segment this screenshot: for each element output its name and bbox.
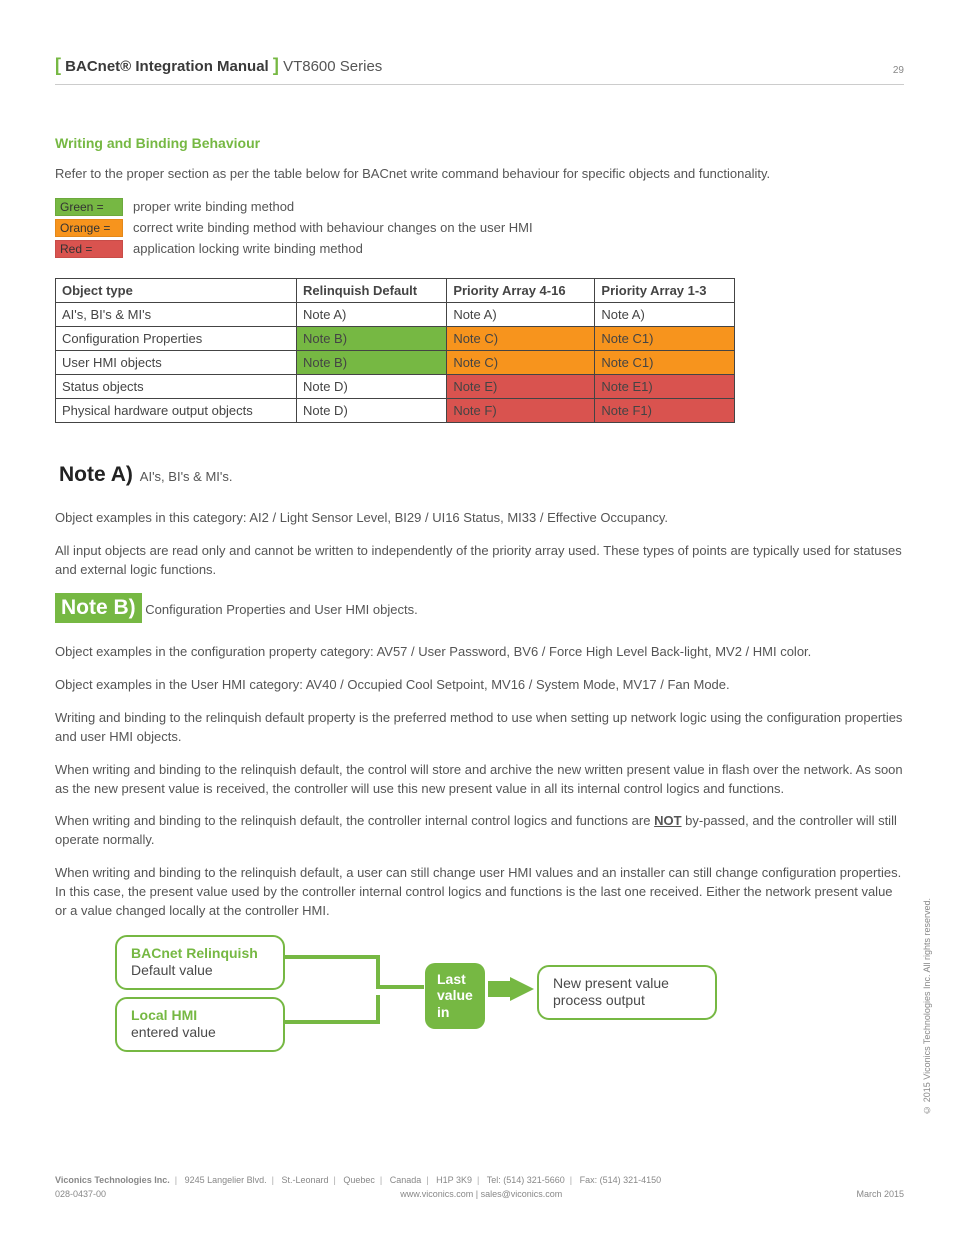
diagram-mid-box: Last value in: [425, 963, 485, 1029]
copyright-vertical: © 2015 Viconics Technologies Inc. All ri…: [922, 898, 932, 1115]
table-cell: Note B): [296, 350, 446, 374]
table-cell: Note C1): [595, 350, 735, 374]
red-label: application locking write binding method: [133, 241, 363, 256]
table-cell: Note A): [595, 302, 735, 326]
bracket-left: [: [55, 55, 61, 75]
table-cell: Status objects: [56, 374, 297, 398]
table-cell: Configuration Properties: [56, 326, 297, 350]
footer-tel: Tel: (514) 321-5660: [487, 1175, 565, 1185]
table-header: Priority Array 4-16: [447, 278, 595, 302]
footer-country: Canada: [390, 1175, 422, 1185]
table-cell: Note A): [296, 302, 446, 326]
table-cell: Note C): [447, 326, 595, 350]
table-cell: Note B): [296, 326, 446, 350]
color-legend: Green = proper write binding method Oran…: [55, 198, 904, 258]
note-a-block: Note A) AI's, BI's & MI's.: [55, 461, 904, 493]
page-header: [ BACnet® Integration Manual ] VT8600 Se…: [55, 55, 904, 85]
footer-doc: 028-0437-00: [55, 1188, 106, 1202]
bracket-right: ]: [273, 55, 279, 75]
flow-diagram: BACnet Relinquish Default value Local HM…: [115, 935, 795, 1065]
series-name: VT8600 Series: [283, 58, 382, 75]
note-b-p2: Object examples in the User HMI category…: [55, 676, 904, 695]
note-b-not: NOT: [654, 813, 681, 828]
note-b-p6: When writing and binding to the relinqui…: [55, 864, 904, 921]
note-b-p5: When writing and binding to the relinqui…: [55, 812, 904, 850]
green-swatch: Green =: [55, 198, 123, 216]
note-b-p3: Writing and binding to the relinquish de…: [55, 709, 904, 747]
table-cell: Note F1): [595, 398, 735, 422]
table-cell: Note E1): [595, 374, 735, 398]
table-cell: AI's, BI's & MI's: [56, 302, 297, 326]
green-label: proper write binding method: [133, 199, 294, 214]
table-cell: Note E): [447, 374, 595, 398]
note-b-block: Note B) Configuration Properties and Use…: [55, 593, 904, 627]
behaviour-table: Object typeRelinquish DefaultPriority Ar…: [55, 278, 735, 423]
note-b-p4: When writing and binding to the relinqui…: [55, 761, 904, 799]
legend-row-orange: Orange = correct write binding method wi…: [55, 219, 904, 237]
table-header: Priority Array 1-3: [595, 278, 735, 302]
table-row: User HMI objectsNote B)Note C)Note C1): [56, 350, 735, 374]
table-cell: Note D): [296, 374, 446, 398]
header-title: [ BACnet® Integration Manual ] VT8600 Se…: [55, 55, 382, 76]
table-cell: User HMI objects: [56, 350, 297, 374]
box1-title: BACnet Relinquish: [131, 945, 269, 963]
table-cell: Note D): [296, 398, 446, 422]
footer-company: Viconics Technologies Inc.: [55, 1175, 170, 1185]
diagram-box-localhmi: Local HMI entered value: [115, 997, 285, 1052]
footer-web-email: www.viconics.com | sales@viconics.com: [400, 1188, 562, 1202]
diagram-out-box: New present value process output: [537, 965, 717, 1020]
table-row: Physical hardware output objectsNote D)N…: [56, 398, 735, 422]
note-b-sub: Configuration Properties and User HMI ob…: [145, 602, 417, 617]
note-b-heading: Note B): [55, 593, 142, 623]
box2-sub: entered value: [131, 1024, 269, 1042]
footer-email: sales@viconics.com: [481, 1189, 563, 1199]
footer-line1: Viconics Technologies Inc.| 9245 Langeli…: [55, 1174, 904, 1188]
note-a-p1: Object examples in this category: AI2 / …: [55, 509, 904, 528]
table-row: Configuration PropertiesNote B)Note C)No…: [56, 326, 735, 350]
note-b-p1: Object examples in the configuration pro…: [55, 643, 904, 662]
footer-fax: Fax: (514) 321-4150: [580, 1175, 662, 1185]
note-b-p5a: When writing and binding to the relinqui…: [55, 813, 654, 828]
footer-zip: H1P 3K9: [436, 1175, 472, 1185]
legend-row-red: Red = application locking write binding …: [55, 240, 904, 258]
table-header: Relinquish Default: [296, 278, 446, 302]
footer-prov: Quebec: [343, 1175, 375, 1185]
section-title: Writing and Binding Behaviour: [55, 135, 904, 151]
red-swatch: Red =: [55, 240, 123, 258]
orange-label: correct write binding method with behavi…: [133, 220, 533, 235]
note-a-heading: Note A): [55, 461, 137, 489]
diagram-box-bacnet: BACnet Relinquish Default value: [115, 935, 285, 990]
box1-sub: Default value: [131, 962, 269, 980]
footer-web: www.viconics.com: [400, 1189, 473, 1199]
note-a-sub: AI's, BI's & MI's.: [140, 469, 233, 484]
table-header: Object type: [56, 278, 297, 302]
footer-date: March 2015: [856, 1188, 904, 1202]
table-row: Status objectsNote D)Note E)Note E1): [56, 374, 735, 398]
table-cell: Note F): [447, 398, 595, 422]
manual-name: BACnet® Integration Manual: [65, 58, 269, 75]
orange-swatch: Orange =: [55, 219, 123, 237]
box2-title: Local HMI: [131, 1007, 269, 1025]
table-cell: Note A): [447, 302, 595, 326]
page-footer: Viconics Technologies Inc.| 9245 Langeli…: [55, 1174, 904, 1201]
table-cell: Note C): [447, 350, 595, 374]
footer-city: St.-Leonard: [281, 1175, 328, 1185]
page-number: 29: [893, 65, 904, 76]
table-cell: Note C1): [595, 326, 735, 350]
note-a-p2: All input objects are read only and cann…: [55, 542, 904, 580]
table-cell: Physical hardware output objects: [56, 398, 297, 422]
footer-addr: 9245 Langelier Blvd.: [185, 1175, 267, 1185]
legend-row-green: Green = proper write binding method: [55, 198, 904, 216]
table-row: AI's, BI's & MI'sNote A)Note A)Note A): [56, 302, 735, 326]
intro-paragraph: Refer to the proper section as per the t…: [55, 165, 904, 184]
